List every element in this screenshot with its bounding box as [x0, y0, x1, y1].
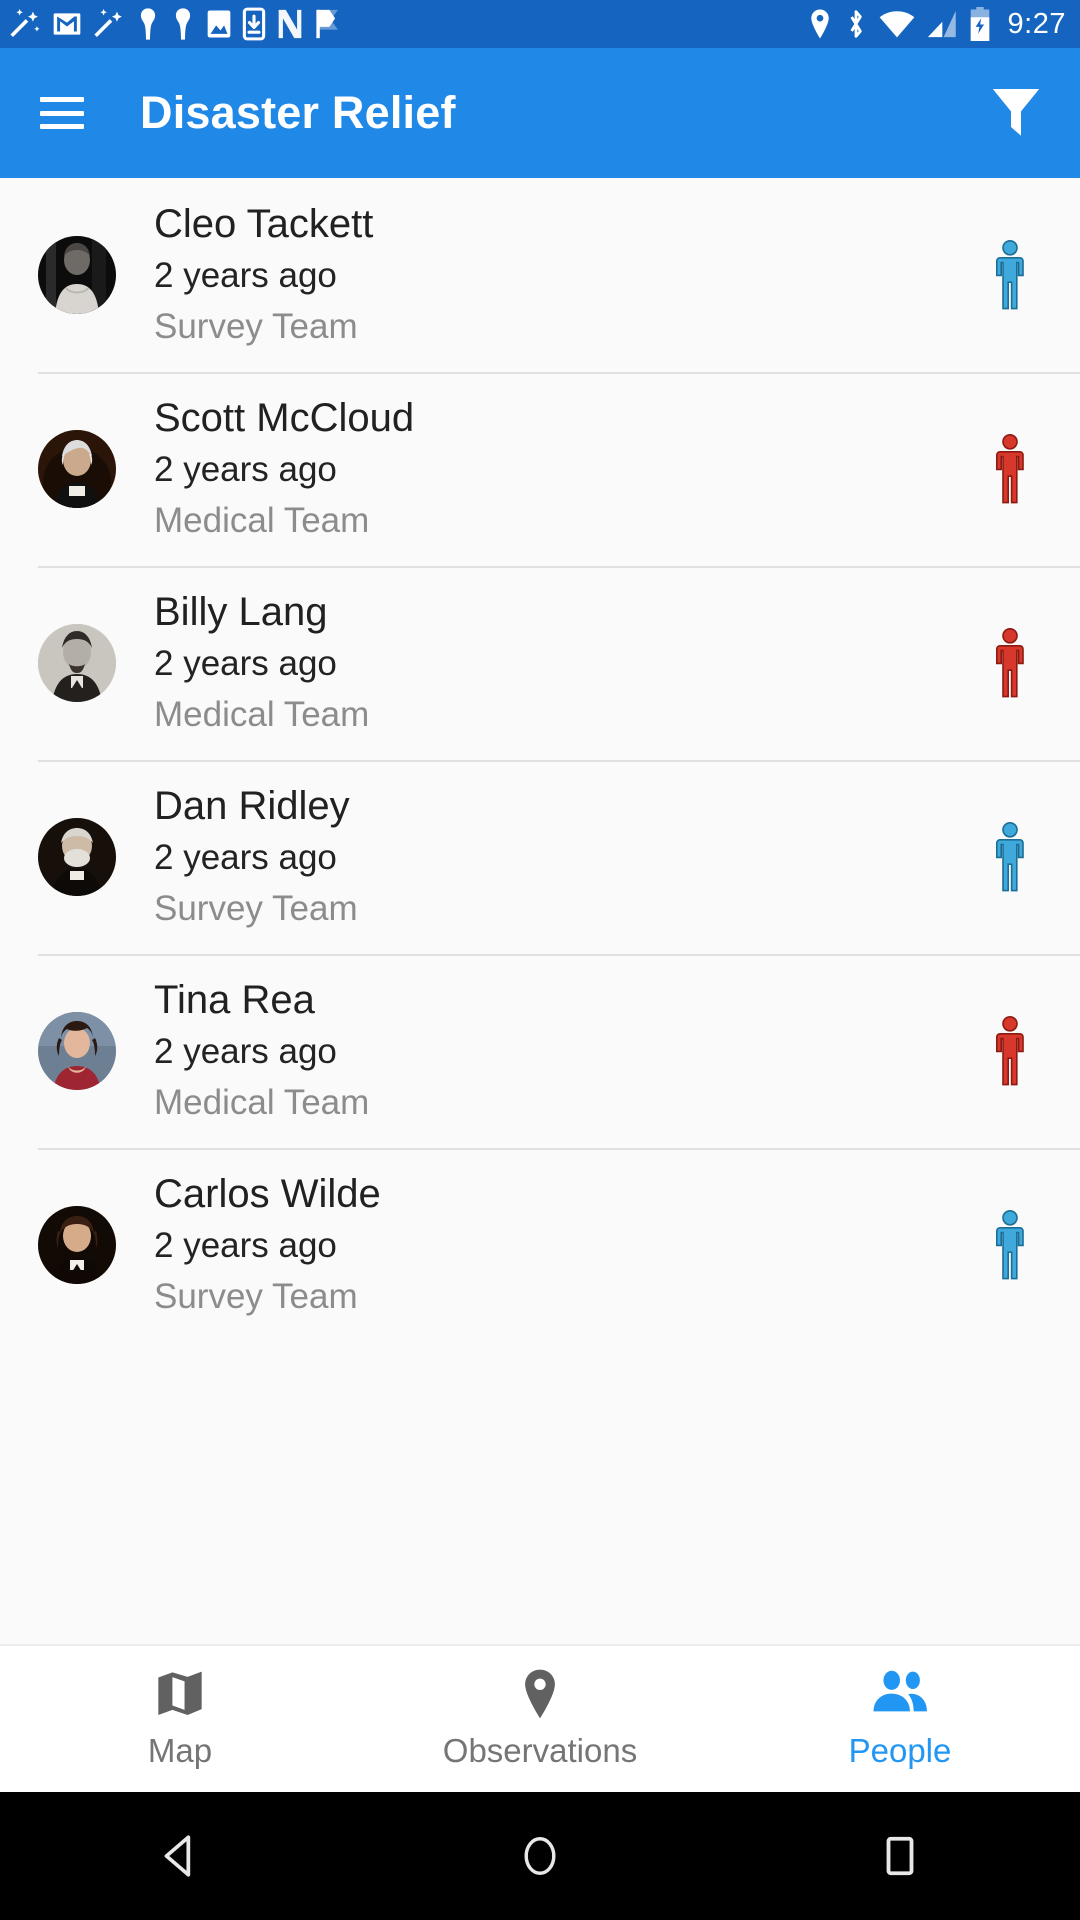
person-name: Billy Lang	[154, 589, 328, 634]
tab-observations-label: Observations	[442, 1732, 638, 1769]
person-marker-red	[970, 433, 1050, 505]
avatar	[38, 1012, 116, 1090]
list-item-text: Carlos Wilde 2 years ago Survey Team	[154, 1171, 970, 1319]
person-name: Carlos Wilde	[154, 1171, 381, 1216]
person-marker-red	[970, 627, 1050, 699]
person-time: 2 years ago	[154, 256, 337, 296]
list-item-text: Cleo Tackett 2 years ago Survey Team	[154, 201, 970, 349]
battery-charging-icon	[970, 7, 989, 41]
person-name: Scott McCloud	[154, 395, 415, 440]
person-pin-icon	[140, 8, 156, 40]
person-team: Survey Team	[154, 1276, 358, 1316]
magic-wand-icon	[94, 8, 122, 38]
person-pin-icon	[175, 8, 191, 40]
nova-n-icon	[278, 9, 302, 39]
tab-map-label: Map	[147, 1732, 213, 1769]
list-item[interactable]: Tina Rea 2 years ago Medical Team	[0, 954, 1080, 1148]
list-item-text: Scott McCloud 2 years ago Medical Team	[154, 395, 970, 543]
location-pin-icon	[810, 9, 829, 39]
person-marker-red	[970, 1015, 1050, 1087]
person-time: 2 years ago	[154, 644, 337, 684]
status-bar-notification-icons	[8, 7, 342, 41]
map-icon	[158, 1671, 202, 1716]
list-item[interactable]: Cleo Tackett 2 years ago Survey Team	[0, 178, 1080, 372]
gmail-icon	[53, 13, 81, 35]
tab-people-label: People	[848, 1732, 952, 1769]
app-bar: Disaster Relief	[0, 48, 1080, 178]
check-flag-icon	[316, 9, 338, 39]
person-team: Medical Team	[154, 1082, 370, 1122]
home-circle-icon[interactable]	[480, 1792, 600, 1920]
cellular-signal-icon	[927, 10, 956, 38]
download-phone-icon	[242, 7, 266, 41]
person-name: Dan Ridley	[154, 783, 350, 828]
avatar	[38, 1206, 116, 1284]
filter-funnel-icon[interactable]	[988, 85, 1044, 141]
avatar	[38, 624, 116, 702]
phone-screen: 9:27 Disaster Relief Cleo Tackett 2 year…	[0, 0, 1080, 1920]
person-team: Medical Team	[154, 500, 370, 540]
list-item[interactable]: Billy Lang 2 years ago Medical Team	[0, 566, 1080, 760]
list-item[interactable]: Dan Ridley 2 years ago Survey Team	[0, 760, 1080, 954]
person-marker-blue	[970, 1209, 1050, 1281]
status-bar: 9:27	[0, 0, 1080, 48]
list-item-text: Billy Lang 2 years ago Medical Team	[154, 589, 970, 737]
tab-observations[interactable]: Observations	[360, 1646, 720, 1792]
people-list[interactable]: Cleo Tackett 2 years ago Survey Team Sco…	[0, 178, 1080, 1644]
person-time: 2 years ago	[154, 1226, 337, 1266]
person-time: 2 years ago	[154, 838, 337, 878]
person-time: 2 years ago	[154, 450, 337, 490]
system-navigation-bar	[0, 1792, 1080, 1920]
person-marker-blue	[970, 821, 1050, 893]
avatar	[38, 818, 116, 896]
person-team: Survey Team	[154, 888, 358, 928]
photo-icon	[207, 10, 231, 38]
person-team: Medical Team	[154, 694, 370, 734]
magic-wand-icon	[10, 8, 40, 38]
wifi-icon	[879, 11, 914, 38]
list-item[interactable]: Carlos Wilde 2 years ago Survey Team	[0, 1148, 1080, 1342]
list-item[interactable]: Scott McCloud 2 years ago Medical Team	[0, 372, 1080, 566]
person-name: Cleo Tackett	[154, 201, 374, 246]
avatar	[38, 430, 116, 508]
bluetooth-icon	[850, 10, 862, 38]
avatar	[38, 236, 116, 314]
back-triangle-icon[interactable]	[120, 1792, 240, 1920]
pin-icon	[525, 1669, 555, 1719]
person-marker-blue	[970, 239, 1050, 311]
status-bar-system-icons: 9:27	[807, 7, 1066, 41]
list-item-text: Dan Ridley 2 years ago Survey Team	[154, 783, 970, 931]
page-title: Disaster Relief	[140, 87, 456, 138]
person-time: 2 years ago	[154, 1032, 337, 1072]
people-icon	[873, 1670, 927, 1712]
hamburger-menu-icon[interactable]	[40, 97, 84, 129]
bottom-navigation: Map Observations People	[0, 1644, 1080, 1792]
tab-people[interactable]: People	[720, 1646, 1080, 1792]
person-team: Survey Team	[154, 306, 358, 346]
status-bar-clock: 9:27	[1007, 7, 1066, 40]
list-item-text: Tina Rea 2 years ago Medical Team	[154, 977, 970, 1125]
recents-square-icon[interactable]	[840, 1792, 960, 1920]
tab-map[interactable]: Map	[0, 1646, 360, 1792]
person-name: Tina Rea	[154, 977, 315, 1022]
